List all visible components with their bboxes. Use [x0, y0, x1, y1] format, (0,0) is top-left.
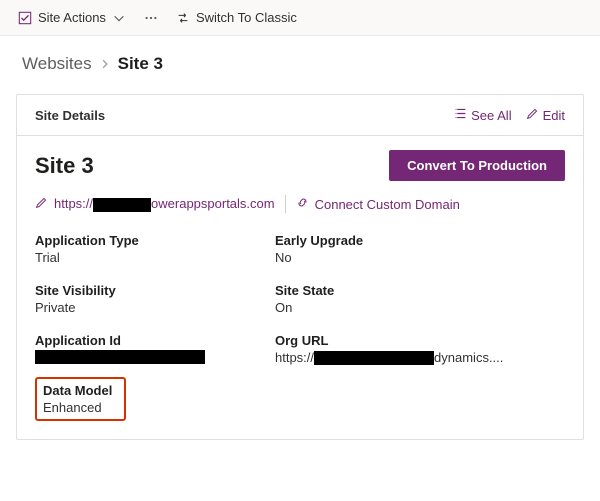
field-application-id: Application Id — [35, 333, 265, 365]
checkbox-icon — [18, 11, 32, 25]
field-org-url: Org URL https:// dynamics.... — [275, 333, 565, 365]
top-bar: Site Actions Switch To Classic — [0, 0, 600, 36]
edit-label: Edit — [543, 108, 565, 123]
org-url-prefix: https:// — [275, 350, 314, 365]
site-actions-menu[interactable]: Site Actions — [18, 10, 126, 25]
org-url-link[interactable]: https:// dynamics.... — [275, 350, 565, 365]
breadcrumb-current: Site 3 — [118, 54, 163, 74]
value: On — [275, 300, 565, 315]
field-site-state: Site State On — [275, 283, 565, 315]
label: Data Model — [43, 383, 112, 398]
custom-domain-label: Connect Custom Domain — [315, 197, 460, 212]
convert-to-production-button[interactable]: Convert To Production — [389, 150, 565, 181]
ellipsis-icon — [144, 11, 158, 25]
label: Org URL — [275, 333, 565, 348]
pencil-icon — [35, 196, 48, 212]
edit-button[interactable]: Edit — [526, 107, 565, 123]
value: No — [275, 250, 565, 265]
see-all-label: See All — [471, 108, 511, 123]
site-name: Site 3 — [35, 153, 94, 179]
switch-to-classic-button[interactable]: Switch To Classic — [176, 10, 297, 25]
field-site-visibility: Site Visibility Private — [35, 283, 265, 315]
list-icon — [454, 107, 467, 123]
label: Site Visibility — [35, 283, 265, 298]
card-header: Site Details See All Edit — [17, 95, 583, 136]
breadcrumb-root[interactable]: Websites — [22, 54, 92, 74]
edit-url-button[interactable]: https:// owerappsportals.com — [35, 196, 275, 212]
site-details-card: Site Details See All Edit Site 3 Convert… — [16, 94, 584, 440]
url-suffix: owerappsportals.com — [151, 196, 275, 211]
value: Trial — [35, 250, 265, 265]
card-title: Site Details — [35, 108, 105, 123]
value: Enhanced — [43, 400, 112, 415]
site-url-link[interactable]: https:// owerappsportals.com — [54, 196, 275, 212]
redacted-segment — [93, 198, 151, 212]
breadcrumb: Websites Site 3 — [0, 36, 600, 88]
label: Application Id — [35, 333, 265, 348]
chevron-right-icon — [100, 54, 110, 74]
url-prefix: https:// — [54, 196, 93, 211]
chevron-down-icon — [112, 11, 126, 25]
switch-icon — [176, 11, 190, 25]
label: Early Upgrade — [275, 233, 565, 248]
divider — [285, 195, 286, 213]
data-model-highlight: Data Model Enhanced — [35, 377, 126, 421]
url-row: https:// owerappsportals.com Connect Cust… — [35, 195, 565, 213]
field-application-type: Application Type Trial — [35, 233, 265, 265]
connect-custom-domain-button[interactable]: Connect Custom Domain — [296, 196, 460, 212]
redacted-segment — [314, 351, 434, 365]
link-icon — [296, 196, 309, 212]
redacted-segment — [35, 350, 205, 364]
label: Application Type — [35, 233, 265, 248]
field-early-upgrade: Early Upgrade No — [275, 233, 565, 265]
label: Site State — [275, 283, 565, 298]
org-url-suffix: dynamics.... — [434, 350, 503, 365]
see-all-button[interactable]: See All — [454, 107, 511, 123]
site-actions-label: Site Actions — [38, 10, 106, 25]
value: Private — [35, 300, 265, 315]
pencil-icon — [526, 107, 539, 123]
more-actions-button[interactable] — [144, 11, 158, 25]
field-data-model: Data Model Enhanced — [43, 383, 112, 415]
switch-classic-label: Switch To Classic — [196, 10, 297, 25]
